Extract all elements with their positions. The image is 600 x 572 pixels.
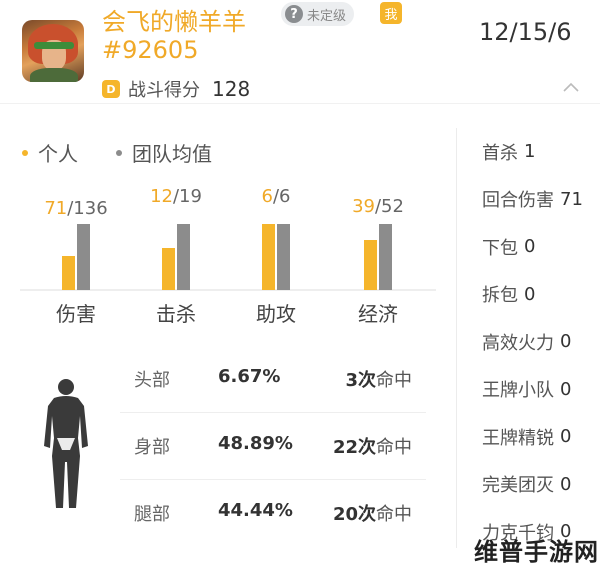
score-value: 128 (212, 77, 251, 101)
hit-count-suffix: 命中 (376, 370, 412, 391)
stat-defuse: 拆包 0 (482, 271, 600, 319)
category-label: 伤害 (56, 302, 96, 326)
hit-part-label: 头部 (134, 370, 170, 391)
stat-value: 1 (524, 141, 536, 163)
stat-value: 0 (524, 283, 536, 305)
player-avatar[interactable] (22, 20, 84, 82)
hit-count: 3次命中 (345, 366, 412, 392)
bar-team-1 (177, 224, 190, 290)
player-id: #92605 (102, 36, 199, 64)
bar-value-personal: 39 (352, 196, 375, 217)
stat-ace-elite: 王牌精锐 0 (482, 413, 600, 461)
column-divider (456, 128, 457, 548)
hit-count-number: 22次 (332, 437, 376, 458)
stat-first-kill: 首杀 1 (482, 128, 600, 176)
bar-personal-1 (162, 248, 175, 290)
category-label: 助攻 (256, 302, 296, 326)
body-silhouette-icon (44, 379, 88, 508)
hit-row-head: 头部 6.67% 3次命中 (120, 346, 426, 413)
bar-value-label: 39/52 (352, 196, 404, 217)
bar-personal-3 (364, 240, 377, 290)
hit-count-number: 3次 (345, 370, 376, 391)
hit-percentage: 44.44% (218, 500, 293, 521)
hit-count-number: 20次 (332, 504, 376, 525)
stat-label: 下包 (482, 237, 518, 259)
legend-team-label: 团队均值 (132, 142, 212, 166)
hit-row-legs: 腿部 44.44% 20次命中 (120, 480, 426, 546)
bar-value-label: 71/136 (44, 198, 107, 219)
match-date: 12/15/6 (479, 18, 572, 46)
category-label: 击杀 (156, 302, 196, 326)
hit-count: 22次命中 (333, 433, 412, 459)
hit-part-label: 腿部 (134, 504, 170, 525)
bar-value-personal: 6 (261, 186, 273, 207)
bar-value-team: /6 (272, 186, 291, 207)
player-nickname: 会飞的懒羊羊 (102, 8, 246, 36)
hit-count-suffix: 命中 (376, 437, 412, 458)
stat-label: 拆包 (482, 285, 518, 307)
stat-label: 王牌小队 (482, 380, 554, 402)
stat-label: 王牌精锐 (482, 427, 554, 449)
stat-perfect-wipe: 完美团灭 0 (482, 461, 600, 509)
category-label: 经济 (358, 302, 398, 326)
match-header: 会飞的懒羊羊 #92605 ? 未定级 我 12/15/6 D 战斗得分 128 (0, 0, 600, 104)
bar-value-personal: 71 (44, 198, 68, 219)
stat-label: 完美团灭 (482, 475, 554, 497)
hit-distribution-table: 头部 6.67% 3次命中 身部 48.89% 22次命中 腿部 44.44% … (120, 346, 426, 546)
legend-personal: 个人 (22, 138, 78, 167)
header-divider (0, 103, 600, 104)
bar-team-2 (277, 224, 290, 290)
legend-personal-label: 个人 (38, 142, 78, 166)
stat-label: 回合伤害 (482, 190, 554, 212)
bar-value-label: 12/19 (150, 186, 202, 207)
bar-value-team: /136 (67, 198, 108, 219)
stat-ace-squad: 王牌小队 0 (482, 366, 600, 414)
hit-row-body: 身部 48.89% 22次命中 (120, 413, 426, 480)
stat-value: 0 (560, 426, 572, 448)
rank-label: 未定级 (307, 8, 347, 24)
score-label: 战斗得分 (128, 80, 200, 101)
hit-count-suffix: 命中 (376, 504, 412, 525)
chart-legend: 个人 团队均值 (22, 138, 250, 167)
watermark: 维普手游网 (474, 537, 599, 566)
hit-percentage: 48.89% (218, 433, 293, 454)
stat-value: 0 (524, 236, 536, 258)
match-stats-list: 首杀 1 回合伤害 71 下包 0 拆包 0 高效火力 0 王牌小队 0 王牌精锐 0 完美团… (482, 128, 600, 556)
stats-bar-chart: 71/136 伤害 12/19 击杀 6/6 助攻 39/52 经济 (0, 180, 456, 340)
chevron-up-icon[interactable] (562, 80, 580, 94)
me-badge: 我 (380, 2, 402, 24)
stat-efficient-fire: 高效火力 0 (482, 318, 600, 366)
bar-value-personal: 12 (150, 186, 173, 207)
bar-personal-0 (62, 256, 75, 290)
legend-personal-dot (22, 149, 28, 156)
stat-plant: 下包 0 (482, 223, 600, 271)
question-icon: ? (285, 5, 303, 23)
legend-team-dot (116, 149, 122, 156)
hit-percentage: 6.67% (218, 366, 281, 387)
bar-value-label: 6/6 (262, 186, 291, 207)
bar-team-0 (77, 224, 90, 290)
bar-value-team: /19 (172, 186, 202, 207)
legend-team: 团队均值 (116, 138, 212, 167)
stat-value: 0 (560, 331, 572, 353)
rank-badge[interactable]: ? 未定级 (281, 2, 355, 26)
bar-value-team: /52 (374, 196, 404, 217)
hit-part-label: 身部 (134, 437, 170, 458)
stat-value: 0 (560, 378, 572, 400)
stat-value: 0 (560, 473, 572, 495)
stat-label: 首杀 (482, 142, 518, 164)
stat-round-damage: 回合伤害 71 (482, 176, 600, 224)
grade-badge: D (102, 80, 120, 98)
bar-personal-2 (262, 224, 275, 290)
bar-team-3 (379, 224, 392, 290)
battle-score: D 战斗得分 128 (102, 76, 250, 102)
stat-label: 高效火力 (482, 332, 554, 354)
stat-value: 71 (560, 188, 583, 210)
hit-count: 20次命中 (333, 500, 412, 526)
